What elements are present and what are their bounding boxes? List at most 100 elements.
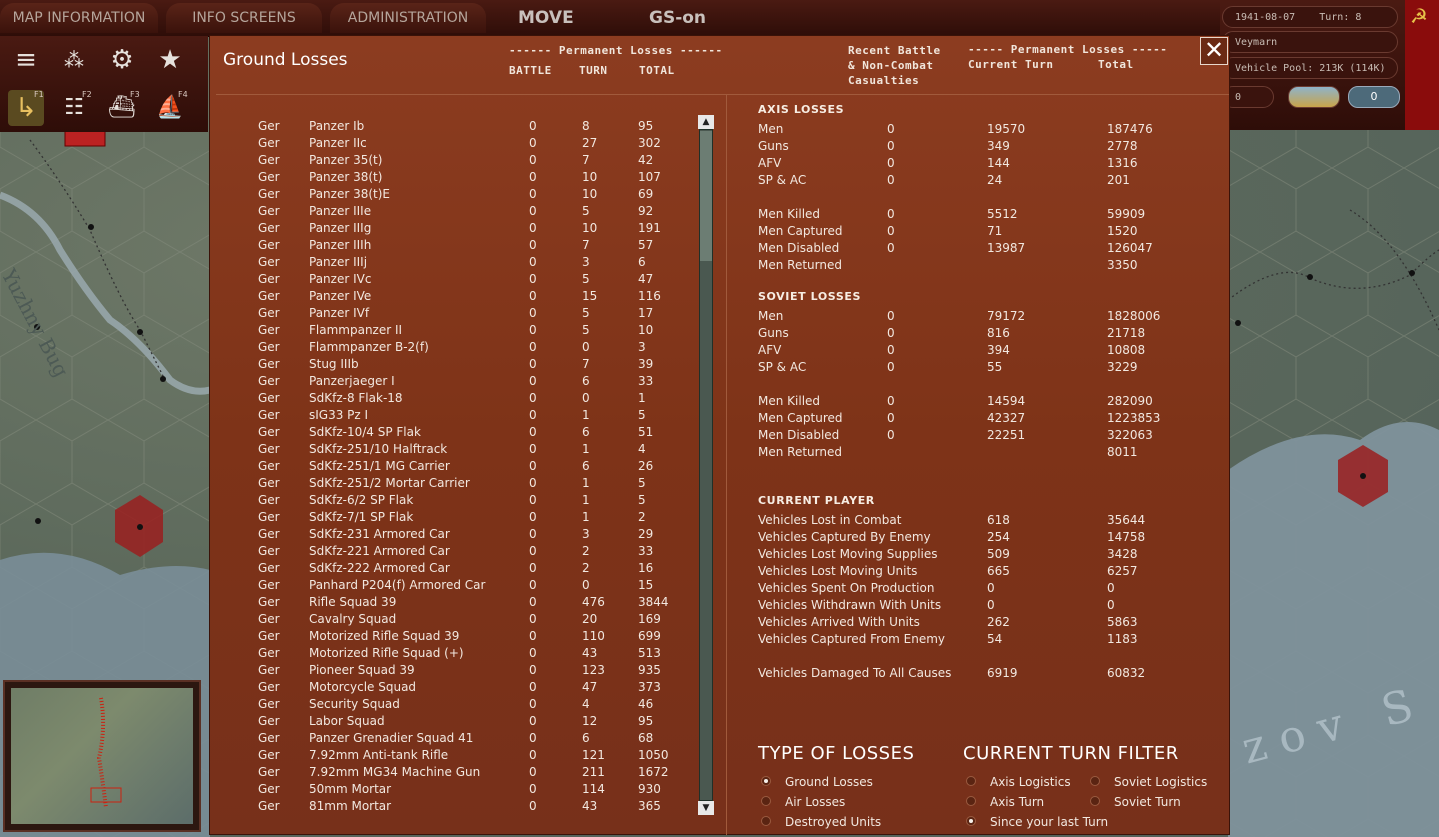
radio-label: Axis Turn [990,795,1045,809]
unit-row[interactable]: Ger Panzer IIIh 0 7 57 [216,237,686,254]
unit-row[interactable]: Ger Panzer IVf 0 5 17 [216,305,686,322]
unit-row[interactable]: Ger Panzer Ib 0 8 95 [216,118,686,135]
unit-total-losses: 68 [638,731,654,745]
unit-row[interactable]: Ger Panzer 38(t) 0 10 107 [216,169,686,186]
current-player-title: CURRENT PLAYER [758,494,875,507]
radio-button[interactable] [761,796,771,806]
scroll-down-arrow-icon[interactable]: ▼ [698,801,714,815]
unit-row[interactable]: Ger Flammpanzer B-2(f) 0 0 3 [216,339,686,356]
unit-row[interactable]: Ger Rifle Squad 39 0 476 3844 [216,594,686,611]
unit-battle-losses: 0 [529,782,537,796]
unit-name: Panzer Ib [309,119,365,133]
turn-filter-option[interactable]: Axis Turn [966,793,1106,811]
stat-total: 35644 [1107,513,1146,527]
scrollbar-thumb[interactable] [700,131,712,261]
gs-toggle-button[interactable]: GS-on [649,4,706,32]
unit-row[interactable]: Ger 7.92mm Anti-tank Rifle 0 121 1050 [216,747,686,764]
unit-nation: Ger [258,782,280,796]
loss-type-option[interactable]: Destroyed Units [761,813,911,831]
radio-button[interactable] [761,776,771,786]
minimap-view[interactable] [11,688,193,824]
unit-nation: Ger [258,340,280,354]
unit-row[interactable]: Ger 50mm Mortar 0 114 930 [216,781,686,798]
unit-row[interactable]: Ger Panzer IIc 0 27 302 [216,135,686,152]
unit-row[interactable]: Ger sIG33 Pz I 0 1 5 [216,407,686,424]
tab-administration[interactable]: ADMINISTRATION [330,3,486,33]
unit-stack-icon[interactable]: ≡ [8,42,44,78]
unit-list-scrollbar[interactable]: ▲ ▼ [697,115,715,815]
unit-row[interactable]: Ger Motorized Rifle Squad 39 0 110 699 [216,628,686,645]
minimap[interactable] [3,680,201,832]
zero-toggle-button[interactable]: 0 [1348,86,1400,108]
unit-row[interactable]: Ger Motorized Rifle Squad (+) 0 43 513 [216,645,686,662]
unit-name: Panzer IIIh [309,238,372,252]
ground-losses-dialog: Ground Losses ------ Permanent Losses --… [209,35,1230,835]
unit-row[interactable]: Ger Stug IIIb 0 7 39 [216,356,686,373]
unit-row[interactable]: Ger 7.92mm MG34 Machine Gun 0 211 1672 [216,764,686,781]
radio-button[interactable] [1090,796,1100,806]
axis-stat-row: Men Killed 0 5512 59909 [727,206,1227,223]
unit-row[interactable]: Ger SdKfz-251/1 MG Carrier 0 6 26 [216,458,686,475]
unit-row[interactable]: Ger Pioneer Squad 39 0 123 935 [216,662,686,679]
unit-row[interactable]: Ger SdKfz-231 Armored Car 0 3 29 [216,526,686,543]
loss-type-option[interactable]: Ground Losses [761,773,911,791]
unit-nation: Ger [258,765,280,779]
unit-row[interactable]: Ger Motorcycle Squad 0 47 373 [216,679,686,696]
unit-row[interactable]: Ger Panzer IIIj 0 3 6 [216,254,686,271]
stat-label: Guns [758,139,789,153]
radio-button[interactable] [761,816,771,826]
unit-row[interactable]: Ger Panzer Grenadier Squad 41 0 6 68 [216,730,686,747]
unit-row[interactable]: Ger Panzer IIIg 0 10 191 [216,220,686,237]
tab-info-screens[interactable]: INFO SCREENS [166,3,322,33]
move-mode-button[interactable]: MOVE [518,4,574,32]
tab-map-information[interactable]: MAP INFORMATION [0,3,158,33]
radio-button[interactable] [966,796,976,806]
unit-row[interactable]: Ger SdKfz-10/4 SP Flak 0 6 51 [216,424,686,441]
unit-row[interactable]: Ger SdKfz-222 Armored Car 0 2 16 [216,560,686,577]
unit-row[interactable]: Ger Panzer IVc 0 5 47 [216,271,686,288]
unit-row[interactable]: Ger Security Squad 0 4 46 [216,696,686,713]
gear-icon[interactable]: ⚙ [104,42,140,78]
unit-row[interactable]: Ger Labor Squad 0 12 95 [216,713,686,730]
star-icon[interactable]: ★ [152,42,188,78]
turn-filter-option[interactable]: Soviet Logistics [1090,773,1230,791]
unit-battle-losses: 0 [529,408,537,422]
unit-row[interactable]: Ger Panhard P204(f) Armored Car 0 0 15 [216,577,686,594]
unit-row[interactable]: Ger SdKfz-251/10 Halftrack 0 1 4 [216,441,686,458]
unit-row[interactable]: Ger Panzer IVe 0 15 116 [216,288,686,305]
unit-turn-losses: 5 [582,323,590,337]
unit-total-losses: 17 [638,306,654,320]
close-button[interactable]: ✕ [1200,37,1228,65]
unit-nation: Ger [258,306,280,320]
unit-nation: Ger [258,391,280,405]
scroll-up-arrow-icon[interactable]: ▲ [698,115,714,129]
turn-filter-option[interactable]: Axis Logistics [966,773,1106,791]
radio-button[interactable] [966,776,976,786]
unit-row[interactable]: Ger SdKfz-8 Flak-18 0 0 1 [216,390,686,407]
unit-row[interactable]: Ger SdKfz-6/2 SP Flak 0 1 5 [216,492,686,509]
unit-row[interactable]: Ger Cavalry Squad 0 20 169 [216,611,686,628]
stat-label: Vehicles Lost Moving Supplies [758,547,938,561]
unit-row[interactable]: Ger Panzerjaeger I 0 6 33 [216,373,686,390]
unit-row[interactable]: Ger 81mm Mortar 0 43 365 [216,798,686,815]
unit-row[interactable]: Ger Panzer IIIe 0 5 92 [216,203,686,220]
radio-button[interactable] [966,816,976,826]
unit-row[interactable]: Ger Panzer 35(t) 0 7 42 [216,152,686,169]
terrain-toggle-button[interactable] [1288,86,1340,108]
unit-row[interactable]: Ger Flammpanzer II 0 5 10 [216,322,686,339]
units-icon[interactable]: ⁂ [56,42,92,78]
stat-current-turn: 5512 [987,207,1018,221]
turn-filter-option[interactable]: Since your last Turn [966,813,1108,831]
stat-total: 282090 [1107,394,1153,408]
unit-battle-losses: 0 [529,442,537,456]
turn-filter-option[interactable]: Soviet Turn [1090,793,1230,811]
unit-row[interactable]: Ger SdKfz-251/2 Mortar Carrier 0 1 5 [216,475,686,492]
unit-total-losses: 930 [638,782,661,796]
unit-battle-losses: 0 [529,629,537,643]
radio-button[interactable] [1090,776,1100,786]
unit-row[interactable]: Ger Panzer 38(t)E 0 10 69 [216,186,686,203]
unit-row[interactable]: Ger SdKfz-221 Armored Car 0 2 33 [216,543,686,560]
unit-row[interactable]: Ger SdKfz-7/1 SP Flak 0 1 2 [216,509,686,526]
unit-losses-list[interactable]: Ger Panzer Ib 0 8 95 Ger Panzer IIc 0 27 302 Ger Pa… [216,94,727,835]
loss-type-option[interactable]: Air Losses [761,793,911,811]
